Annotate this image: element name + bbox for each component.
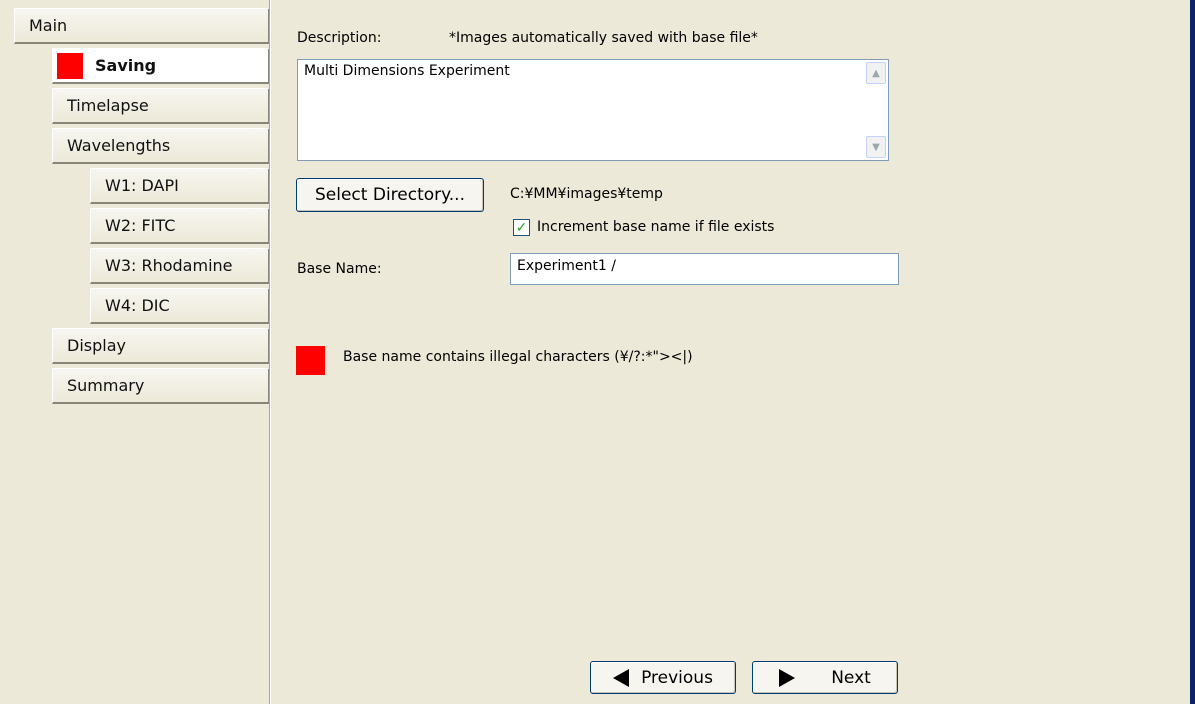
tab-w4-dic[interactable]: W4: DIC	[90, 288, 270, 324]
tab-main[interactable]: Main	[14, 8, 270, 44]
tab-display-label: Display	[67, 336, 126, 355]
base-name-value: Experiment1 /	[517, 258, 616, 274]
previous-label: Previous	[641, 667, 713, 688]
window-edge	[1190, 0, 1195, 704]
tab-w2-label: W2: FITC	[105, 216, 176, 235]
arrow-right-icon	[779, 668, 796, 687]
select-directory-label: Select Directory...	[315, 185, 465, 205]
previous-button[interactable]: Previous	[590, 661, 736, 694]
error-message: Base name contains illegal characters (¥…	[343, 349, 693, 365]
increment-checkbox[interactable]: ✓	[513, 219, 530, 236]
tab-summary-label: Summary	[67, 376, 145, 395]
select-directory-button[interactable]: Select Directory...	[296, 178, 484, 212]
auto-save-note: *Images automatically saved with base fi…	[449, 30, 758, 46]
tab-main-label: Main	[29, 16, 68, 35]
tab-w3-label: W3: Rhodamine	[105, 256, 233, 275]
tab-summary[interactable]: Summary	[52, 368, 270, 404]
base-name-input[interactable]: Experiment1 /	[510, 253, 899, 285]
arrow-left-icon	[613, 668, 630, 687]
description-text: Multi Dimensions Experiment	[304, 63, 510, 79]
sidebar: Main Saving Timelapse Wavelengths W1: DA…	[0, 0, 270, 704]
base-name-label: Base Name:	[297, 261, 382, 277]
saving-status-indicator	[57, 53, 83, 79]
description-textarea[interactable]: Multi Dimensions Experiment ▲ ▼	[297, 59, 889, 161]
tab-saving-label: Saving	[95, 56, 157, 75]
tab-wavelengths[interactable]: Wavelengths	[52, 128, 270, 164]
tab-w1-label: W1: DAPI	[105, 176, 179, 195]
tab-saving[interactable]: Saving	[52, 48, 270, 84]
next-button[interactable]: Next	[752, 661, 898, 694]
scroll-up-icon[interactable]: ▲	[866, 62, 886, 84]
directory-path: C:¥MM¥images¥temp	[510, 186, 663, 202]
error-indicator	[296, 346, 325, 375]
description-scrollbar[interactable]: ▲ ▼	[866, 62, 886, 158]
tab-timelapse[interactable]: Timelapse	[52, 88, 270, 124]
tab-wavelengths-label: Wavelengths	[67, 136, 171, 155]
increment-label: Increment base name if file exists	[537, 219, 775, 235]
tab-w2-fitc[interactable]: W2: FITC	[90, 208, 270, 244]
description-label: Description:	[297, 30, 382, 46]
next-label: Next	[831, 667, 871, 688]
checkmark-icon: ✓	[515, 219, 528, 236]
tab-w1-dapi[interactable]: W1: DAPI	[90, 168, 270, 204]
scroll-down-icon[interactable]: ▼	[866, 136, 886, 158]
tab-w3-rhodamine[interactable]: W3: Rhodamine	[90, 248, 270, 284]
tab-timelapse-label: Timelapse	[67, 96, 149, 115]
tab-display[interactable]: Display	[52, 328, 270, 364]
tab-w4-label: W4: DIC	[105, 296, 170, 315]
